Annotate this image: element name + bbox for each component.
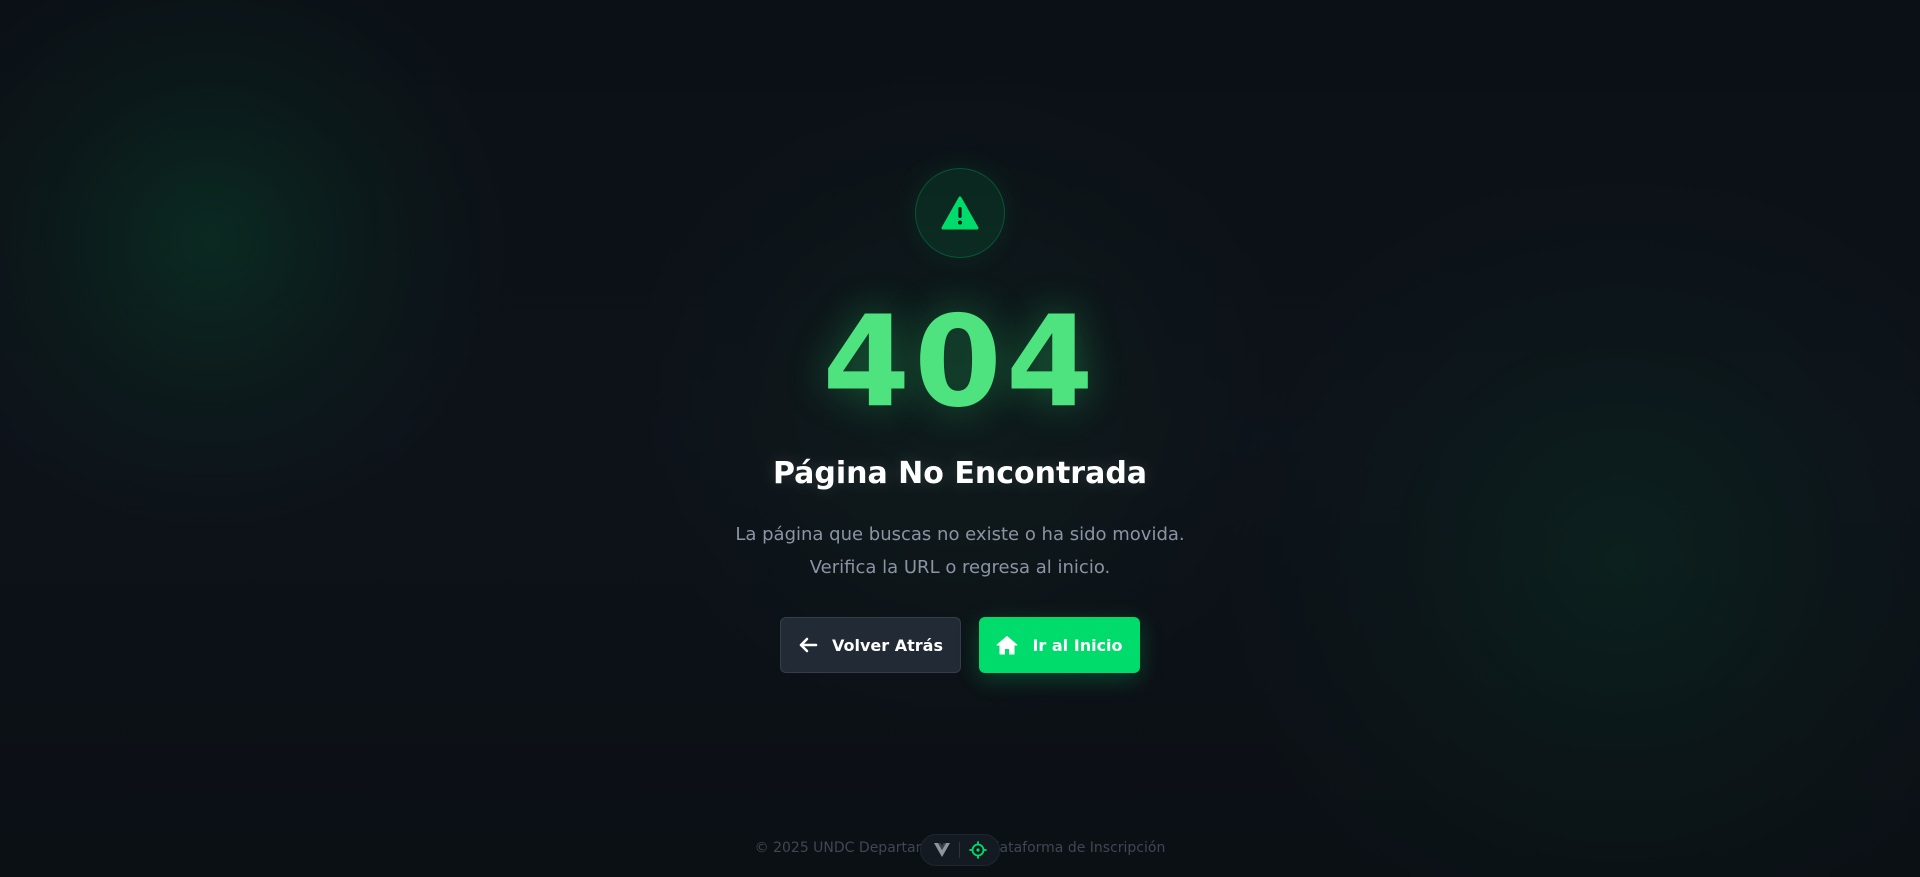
divider xyxy=(958,842,960,858)
warning-triangle-icon xyxy=(941,196,979,230)
home-button[interactable]: Ir al Inicio xyxy=(979,617,1140,673)
page-title: Página No Encontrada xyxy=(772,456,1148,491)
home-icon xyxy=(996,636,1018,655)
error-description: La página que buscas no existe o ha sido… xyxy=(0,518,1920,584)
error-code: 404 xyxy=(822,288,1098,435)
devtools-bar[interactable] xyxy=(920,834,1000,866)
description-line: La página que buscas no existe o ha sido… xyxy=(735,524,1185,545)
error-page: 404 Página No Encontrada La página que b… xyxy=(0,0,1920,877)
description-line: Verifica la URL o regresa al inicio. xyxy=(809,557,1111,578)
vue-logo-icon[interactable] xyxy=(933,843,950,857)
arrow-left-icon xyxy=(799,637,818,653)
back-button[interactable]: Volver Atrás xyxy=(780,617,961,673)
home-button-label: Ir al Inicio xyxy=(1032,635,1123,655)
warning-badge xyxy=(915,168,1005,258)
back-button-label: Volver Atrás xyxy=(832,635,943,655)
crosshair-icon[interactable] xyxy=(968,841,987,859)
